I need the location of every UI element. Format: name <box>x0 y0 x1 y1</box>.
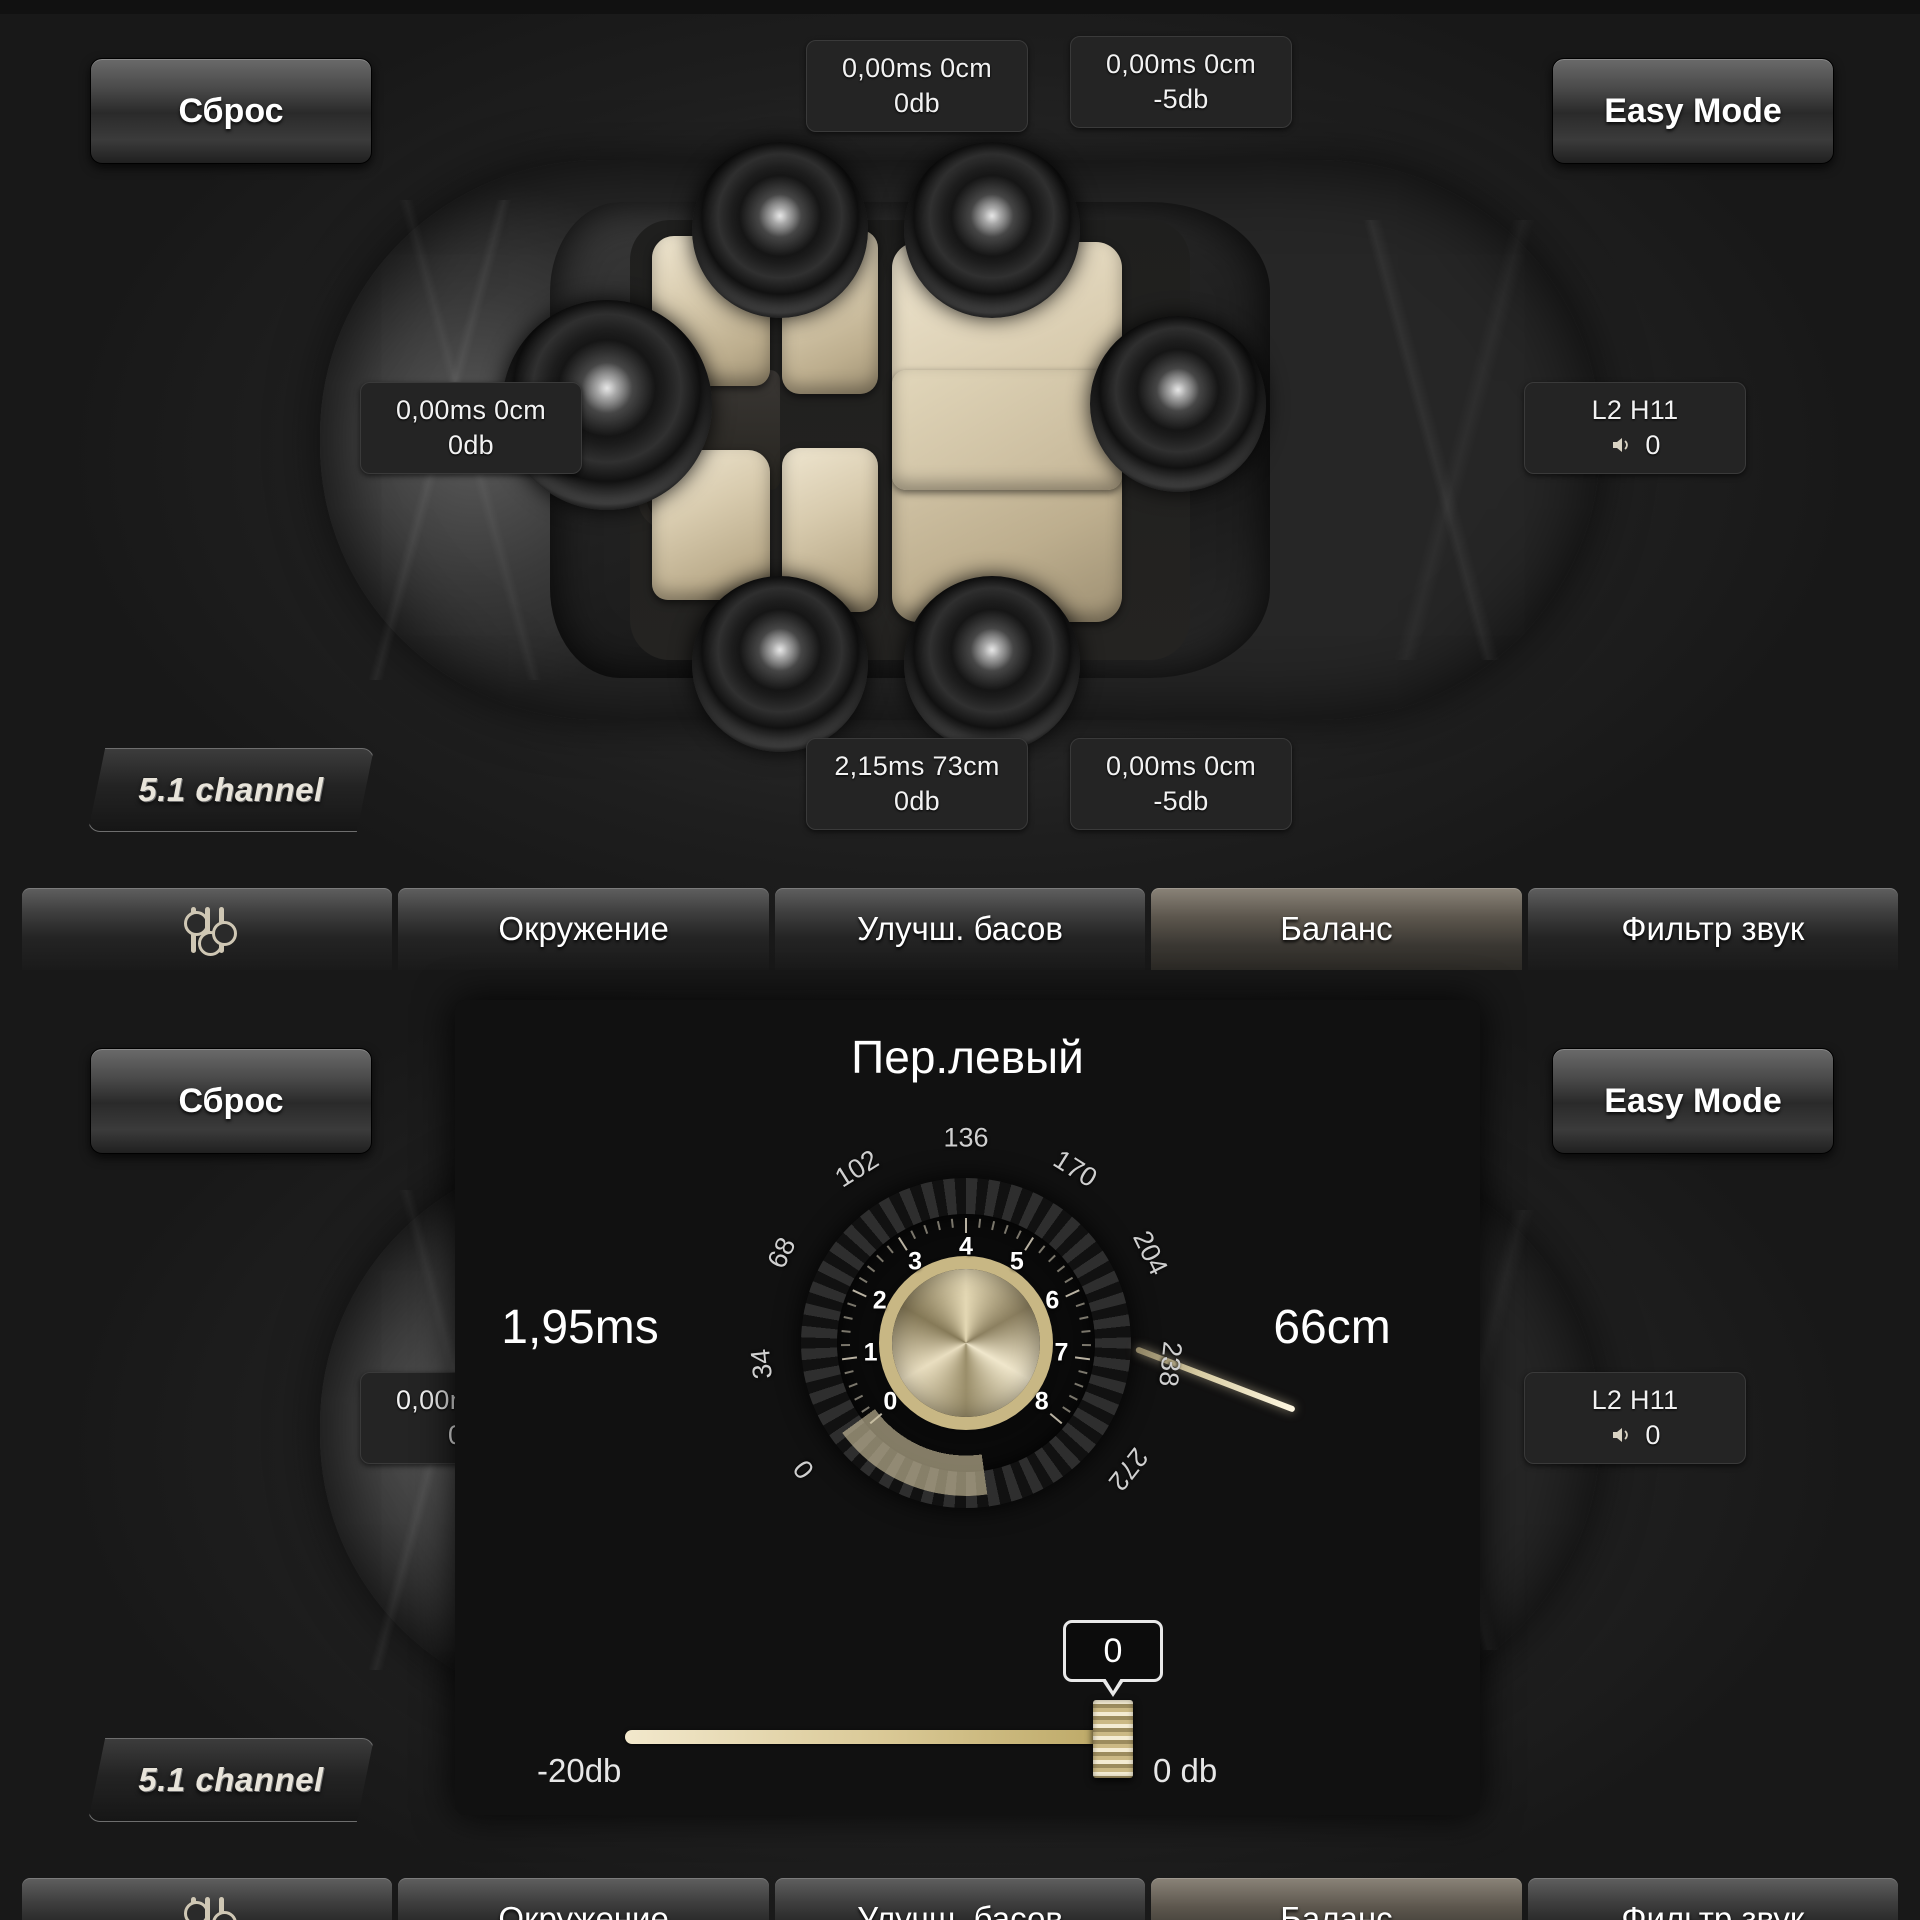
readout-rear-left[interactable]: 2,15ms 73cm 0db <box>806 738 1028 830</box>
slider-handle[interactable] <box>1093 1700 1133 1778</box>
distance-cm-value: 66cm <box>1273 1301 1391 1354</box>
readout-line2: 0db <box>894 786 940 816</box>
slider-min-label: -20db <box>537 1752 622 1789</box>
tab-surround[interactable]: Окружение <box>398 1878 769 1920</box>
dial-inner-label: 4 <box>959 1232 973 1261</box>
speaker-subwoofer[interactable] <box>1090 316 1266 492</box>
speaker-rear-right[interactable] <box>904 576 1080 752</box>
tab-equalizer[interactable] <box>22 1878 393 1920</box>
dial-inner-label: 8 <box>1034 1387 1049 1416</box>
channel-mode-label: 5.1 channel <box>138 1761 324 1798</box>
dial-inner-label: 5 <box>1009 1247 1024 1276</box>
tab-sound-filter[interactable]: Фильтр звук <box>1527 1878 1899 1920</box>
status-bar <box>0 0 1920 14</box>
readout-subwoofer[interactable]: L2 H11 0 <box>1524 1372 1746 1464</box>
reset-button[interactable]: Сброс <box>90 58 372 164</box>
dial-inner-label: 6 <box>1045 1286 1060 1315</box>
tab-bass-boost[interactable]: Улучш. басов <box>774 1878 1146 1920</box>
tab-bass-boost[interactable]: Улучш. басов <box>774 888 1146 970</box>
dial-outer-label: 204 <box>1127 1226 1175 1280</box>
slider-track[interactable] <box>625 1730 1105 1744</box>
equalizer-icon <box>183 1895 237 1920</box>
dial-outer-label: 0 <box>787 1454 821 1485</box>
delay-ms-value: 1,95ms <box>501 1301 659 1354</box>
dial-outer-label: 238 <box>1153 1340 1188 1389</box>
tab-equalizer[interactable] <box>22 888 393 970</box>
channel-mode-label: 5.1 channel <box>138 771 324 808</box>
dial-inner-label: 7 <box>1054 1338 1069 1367</box>
readout-line2: 0db <box>448 430 494 460</box>
readout-front-left[interactable]: 0,00ms 0cm 0db <box>806 40 1028 132</box>
slider-max-label: 0 db <box>1153 1752 1218 1789</box>
dialog-title: Пер.левый <box>851 1031 1084 1083</box>
readout-line1: 0,00ms 0cm <box>1105 49 1257 80</box>
easy-mode-button[interactable]: Easy Mode <box>1552 1048 1834 1154</box>
readout-front-right[interactable]: 0,00ms 0cm -5db <box>1070 36 1292 128</box>
readout-line1: 0,00ms 0cm <box>1105 751 1257 782</box>
readout-line2: 0db <box>894 88 940 118</box>
speaker-delay-dialog: Пер.левый 1,95ms 66cm 012345678 0 34 68 102… <box>455 1000 1480 1815</box>
tab-balance[interactable]: Баланс <box>1151 1878 1522 1920</box>
tab-surround[interactable]: Окружение <box>398 888 769 970</box>
delay-dial[interactable]: 012345678 0 34 68 102 136 170 204 238 272 <box>713 1123 1296 1528</box>
tab-bar-bottom: Окружение Улучш. басов Баланс Фильтр зву… <box>0 1878 1920 1920</box>
readout-line1: 0,00ms 0cm <box>395 395 547 426</box>
speaker-icon <box>1613 438 1629 453</box>
readout-line2: -5db <box>1153 84 1209 114</box>
speaker-front-right[interactable] <box>904 142 1080 318</box>
tab-balance[interactable]: Баланс <box>1151 888 1522 970</box>
dial-outer-label: 170 <box>1047 1144 1102 1194</box>
readout-subwoofer[interactable]: L2 H11 0 <box>1524 382 1746 474</box>
subwoofer-label: L2 H11 <box>1591 1385 1679 1416</box>
readout-rear-right[interactable]: 0,00ms 0cm -5db <box>1070 738 1292 830</box>
speaker-icon <box>1613 1428 1629 1443</box>
gain-slider[interactable]: 0 -20db 0 db <box>455 1600 1480 1790</box>
dial-inner-label: 3 <box>908 1247 923 1276</box>
easy-mode-button[interactable]: Easy Mode <box>1552 58 1834 164</box>
tab-bar-top: Окружение Улучш. басов Баланс Фильтр зву… <box>0 888 1920 970</box>
channel-mode-badge[interactable]: 5.1 channel <box>88 748 374 832</box>
slider-tooltip: 0 <box>1063 1620 1163 1697</box>
dial-outer-label: 102 <box>830 1144 885 1194</box>
dial-outer-label: 68 <box>761 1232 802 1273</box>
speaker-rear-left[interactable] <box>692 576 868 752</box>
seat-rear-backrest <box>892 370 1122 490</box>
dial-inner-label: 1 <box>863 1338 878 1367</box>
readout-line1: 0,00ms 0cm <box>841 53 993 84</box>
dial-knob[interactable] <box>892 1269 1040 1417</box>
subwoofer-value: 0 <box>1645 1420 1661 1450</box>
dial-outer-label: 272 <box>1102 1442 1154 1497</box>
readout-line1: 2,15ms 73cm <box>834 751 1000 782</box>
dial-outer-label: 136 <box>943 1122 989 1153</box>
app-screen: 0,00ms 0cm 0db 0,00ms 0cm -5db 0,00ms 0c… <box>0 0 1920 1920</box>
equalizer-icon <box>183 905 237 956</box>
readout-center[interactable]: 0,00ms 0cm 0db <box>360 382 582 474</box>
tab-sound-filter[interactable]: Фильтр звук <box>1527 888 1899 970</box>
channel-mode-badge[interactable]: 5.1 channel <box>88 1738 374 1822</box>
subwoofer-value: 0 <box>1645 430 1661 460</box>
dial-inner-label: 0 <box>883 1387 898 1416</box>
dial-inner-label: 2 <box>872 1286 887 1315</box>
dial-outer-label: 34 <box>745 1347 779 1381</box>
readout-line2: -5db <box>1153 786 1209 816</box>
reset-button[interactable]: Сброс <box>90 1048 372 1154</box>
speaker-front-left[interactable] <box>692 142 868 318</box>
balance-panel-top: 0,00ms 0cm 0db 0,00ms 0cm -5db 0,00ms 0c… <box>0 0 1920 990</box>
subwoofer-label: L2 H11 <box>1591 395 1679 426</box>
